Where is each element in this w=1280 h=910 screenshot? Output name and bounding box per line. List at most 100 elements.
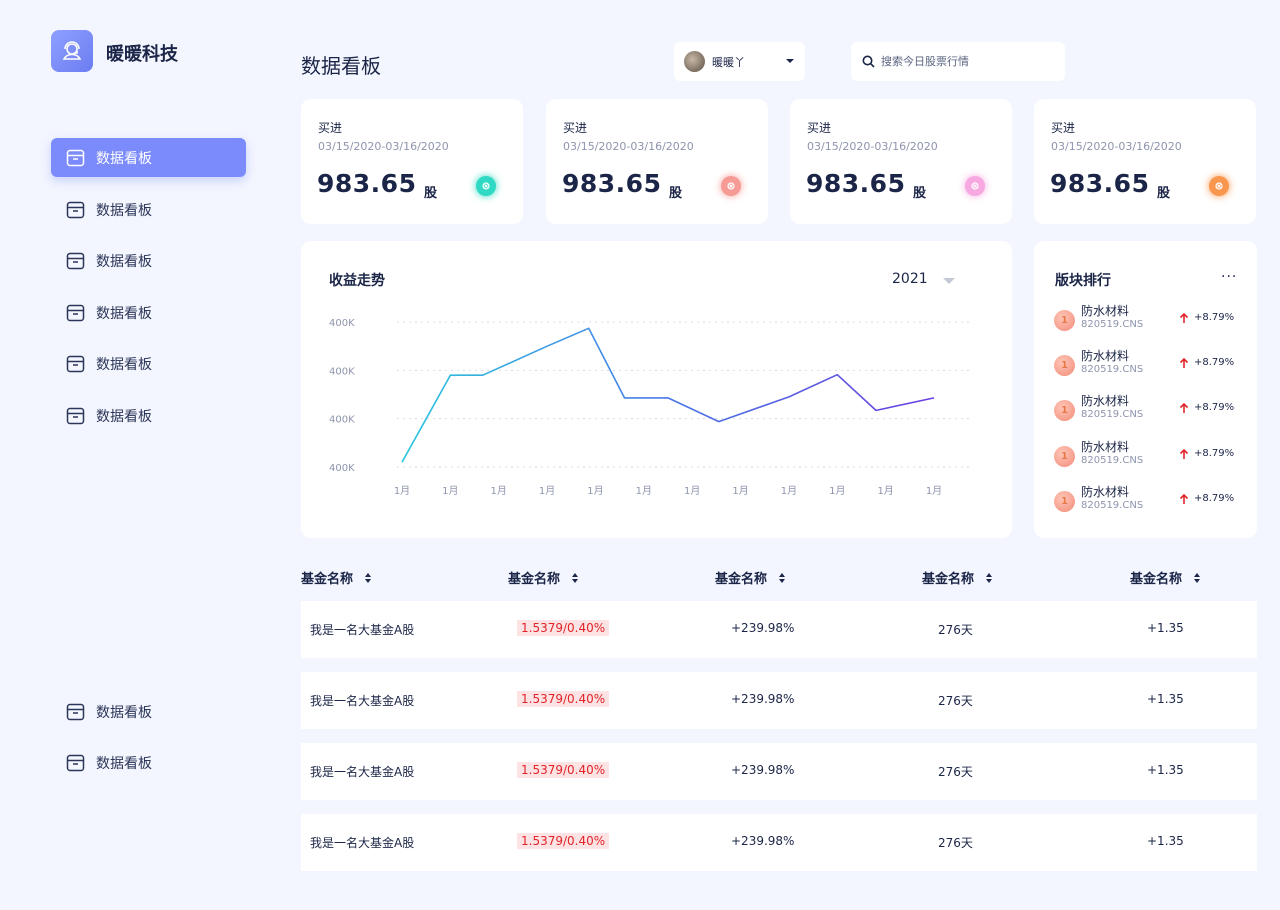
list-item[interactable]: 1 防水材料 820519.CNS +8.79% bbox=[1054, 483, 1244, 519]
y-tick-label: 400K bbox=[329, 318, 355, 329]
fund-days: 276天 bbox=[938, 836, 973, 850]
search-input[interactable] bbox=[881, 55, 1061, 68]
sidebar-item-dashboard[interactable]: 数据看板 bbox=[51, 692, 246, 731]
archive-box-icon bbox=[66, 355, 85, 373]
rank-code: 820519.CNS bbox=[1081, 409, 1144, 420]
rank-badge: 1 bbox=[1054, 400, 1075, 421]
series-line bbox=[401, 327, 935, 463]
sidebar-item-label: 数据看板 bbox=[96, 305, 152, 322]
user-dropdown[interactable]: 暖暖丫 bbox=[674, 42, 805, 81]
sort-icon[interactable] bbox=[1194, 572, 1201, 583]
table-row[interactable]: 我是一名大基金A股 1.5379/0.40% +239.98% 276天 +1.… bbox=[301, 743, 1257, 800]
archive-box-icon bbox=[66, 201, 85, 219]
status-dot-icon bbox=[965, 176, 985, 196]
table-row[interactable]: 我是一名大基金A股 1.5379/0.40% +239.98% 276天 +1.… bbox=[301, 814, 1257, 871]
column-header-label: 基金名称 bbox=[715, 572, 768, 587]
sidebar-item-label: 数据看板 bbox=[96, 150, 152, 167]
x-tick-label: 1月 bbox=[491, 485, 507, 497]
fund-return: +239.98% bbox=[731, 834, 795, 848]
column-header-label: 基金名称 bbox=[1130, 572, 1183, 587]
column-header[interactable]: 基金名称 bbox=[508, 568, 579, 587]
sidebar-item-dashboard[interactable]: 数据看板 bbox=[51, 293, 246, 332]
fund-days: 276天 bbox=[938, 765, 973, 779]
arrow-up-icon bbox=[1179, 448, 1189, 459]
rank-badge: 1 bbox=[1054, 491, 1075, 512]
x-tick-label: 1月 bbox=[539, 485, 555, 497]
support-agent-icon bbox=[62, 41, 82, 60]
x-tick-label: 1月 bbox=[926, 485, 942, 497]
x-tick-label: 1月 bbox=[732, 485, 748, 497]
x-tick-label: 1月 bbox=[587, 485, 603, 497]
stat-value: 983.65 bbox=[1050, 169, 1150, 198]
archive-box-icon bbox=[66, 754, 85, 772]
sort-icon[interactable] bbox=[986, 572, 993, 583]
column-header[interactable]: 基金名称 bbox=[922, 568, 993, 587]
archive-box-icon bbox=[66, 149, 85, 167]
x-tick-label: 1月 bbox=[636, 485, 652, 497]
stat-card: 买进 03/15/2020-03/16/2020 983.65 股 bbox=[546, 99, 768, 224]
rank-name: 防水材料 bbox=[1081, 440, 1130, 454]
archive-box-icon bbox=[66, 252, 85, 270]
arrow-up-icon bbox=[1179, 312, 1189, 323]
column-header[interactable]: 基金名称 bbox=[715, 568, 786, 587]
fund-price: 1.5379/0.40% bbox=[517, 833, 610, 849]
stat-unit: 股 bbox=[424, 186, 438, 201]
rank-change: +8.79% bbox=[1194, 357, 1235, 368]
list-item[interactable]: 1 防水材料 820519.CNS +8.79% bbox=[1054, 347, 1244, 383]
table-row[interactable]: 我是一名大基金A股 1.5379/0.40% +239.98% 276天 +1.… bbox=[301, 601, 1257, 658]
sidebar-item-dashboard[interactable]: 数据看板 bbox=[51, 190, 246, 229]
rank-name: 防水材料 bbox=[1081, 304, 1130, 318]
rank-change: +8.79% bbox=[1194, 312, 1235, 323]
search-icon bbox=[862, 55, 875, 68]
fund-price: 1.5379/0.40% bbox=[517, 691, 610, 707]
search-box bbox=[851, 42, 1065, 81]
sort-icon[interactable] bbox=[779, 572, 786, 583]
list-item[interactable]: 1 防水材料 820519.CNS +8.79% bbox=[1054, 302, 1244, 338]
sidebar-item-dashboard[interactable]: 数据看板 bbox=[51, 743, 246, 782]
column-header[interactable]: 基金名称 bbox=[1130, 568, 1201, 587]
arrow-up-icon bbox=[1179, 357, 1189, 368]
stat-label: 买进 bbox=[1051, 121, 1076, 135]
fund-days: 276天 bbox=[938, 623, 973, 637]
sidebar-item-dashboard[interactable]: 数据看板 bbox=[51, 138, 246, 177]
fund-days: 276天 bbox=[938, 694, 973, 708]
rank-code: 820519.CNS bbox=[1081, 319, 1144, 330]
sidebar-item-dashboard[interactable]: 数据看板 bbox=[51, 241, 246, 280]
x-tick-label: 1月 bbox=[877, 485, 893, 497]
rank-name: 防水材料 bbox=[1081, 485, 1130, 499]
avatar bbox=[684, 51, 705, 72]
stat-date: 03/15/2020-03/16/2020 bbox=[807, 140, 938, 153]
table-row[interactable]: 我是一名大基金A股 1.5379/0.40% +239.98% 276天 +1.… bbox=[301, 672, 1257, 729]
archive-box-icon bbox=[66, 304, 85, 322]
y-tick-label: 400K bbox=[329, 415, 355, 426]
status-dot-icon bbox=[1209, 176, 1229, 196]
ranking-panel: 版块排行 ··· 1 防水材料 820519.CNS +8.79% 1 防水材料… bbox=[1034, 241, 1257, 538]
rank-change: +8.79% bbox=[1194, 402, 1235, 413]
ranking-title: 版块排行 bbox=[1055, 273, 1111, 289]
stat-card: 买进 03/15/2020-03/16/2020 983.65 股 bbox=[301, 99, 523, 224]
fund-name: 我是一名大基金A股 bbox=[310, 836, 415, 850]
rank-badge: 1 bbox=[1054, 355, 1075, 376]
sidebar-item-dashboard[interactable]: 数据看板 bbox=[51, 396, 246, 435]
fund-return: +239.98% bbox=[731, 621, 795, 635]
list-item[interactable]: 1 防水材料 820519.CNS +8.79% bbox=[1054, 438, 1244, 474]
user-name: 暖暖丫 bbox=[712, 55, 745, 69]
column-header[interactable]: 基金名称 bbox=[301, 568, 372, 587]
stat-card: 买进 03/15/2020-03/16/2020 983.65 股 bbox=[1034, 99, 1256, 224]
column-header-label: 基金名称 bbox=[301, 572, 354, 587]
rank-badge: 1 bbox=[1054, 446, 1075, 467]
rank-change: +8.79% bbox=[1194, 493, 1235, 504]
more-icon[interactable]: ··· bbox=[1221, 269, 1237, 285]
fund-name: 我是一名大基金A股 bbox=[310, 694, 415, 708]
fund-price: 1.5379/0.40% bbox=[517, 762, 610, 778]
list-item[interactable]: 1 防水材料 820519.CNS +8.79% bbox=[1054, 392, 1244, 428]
sidebar-item-dashboard[interactable]: 数据看板 bbox=[51, 344, 246, 383]
stat-card: 买进 03/15/2020-03/16/2020 983.65 股 bbox=[790, 99, 1012, 224]
sort-icon[interactable] bbox=[572, 572, 579, 583]
fund-price: 1.5379/0.40% bbox=[517, 620, 610, 636]
stat-unit: 股 bbox=[1157, 186, 1171, 201]
rank-name: 防水材料 bbox=[1081, 394, 1130, 408]
stat-label: 买进 bbox=[318, 121, 343, 135]
rank-code: 820519.CNS bbox=[1081, 455, 1144, 466]
sort-icon[interactable] bbox=[365, 572, 372, 583]
